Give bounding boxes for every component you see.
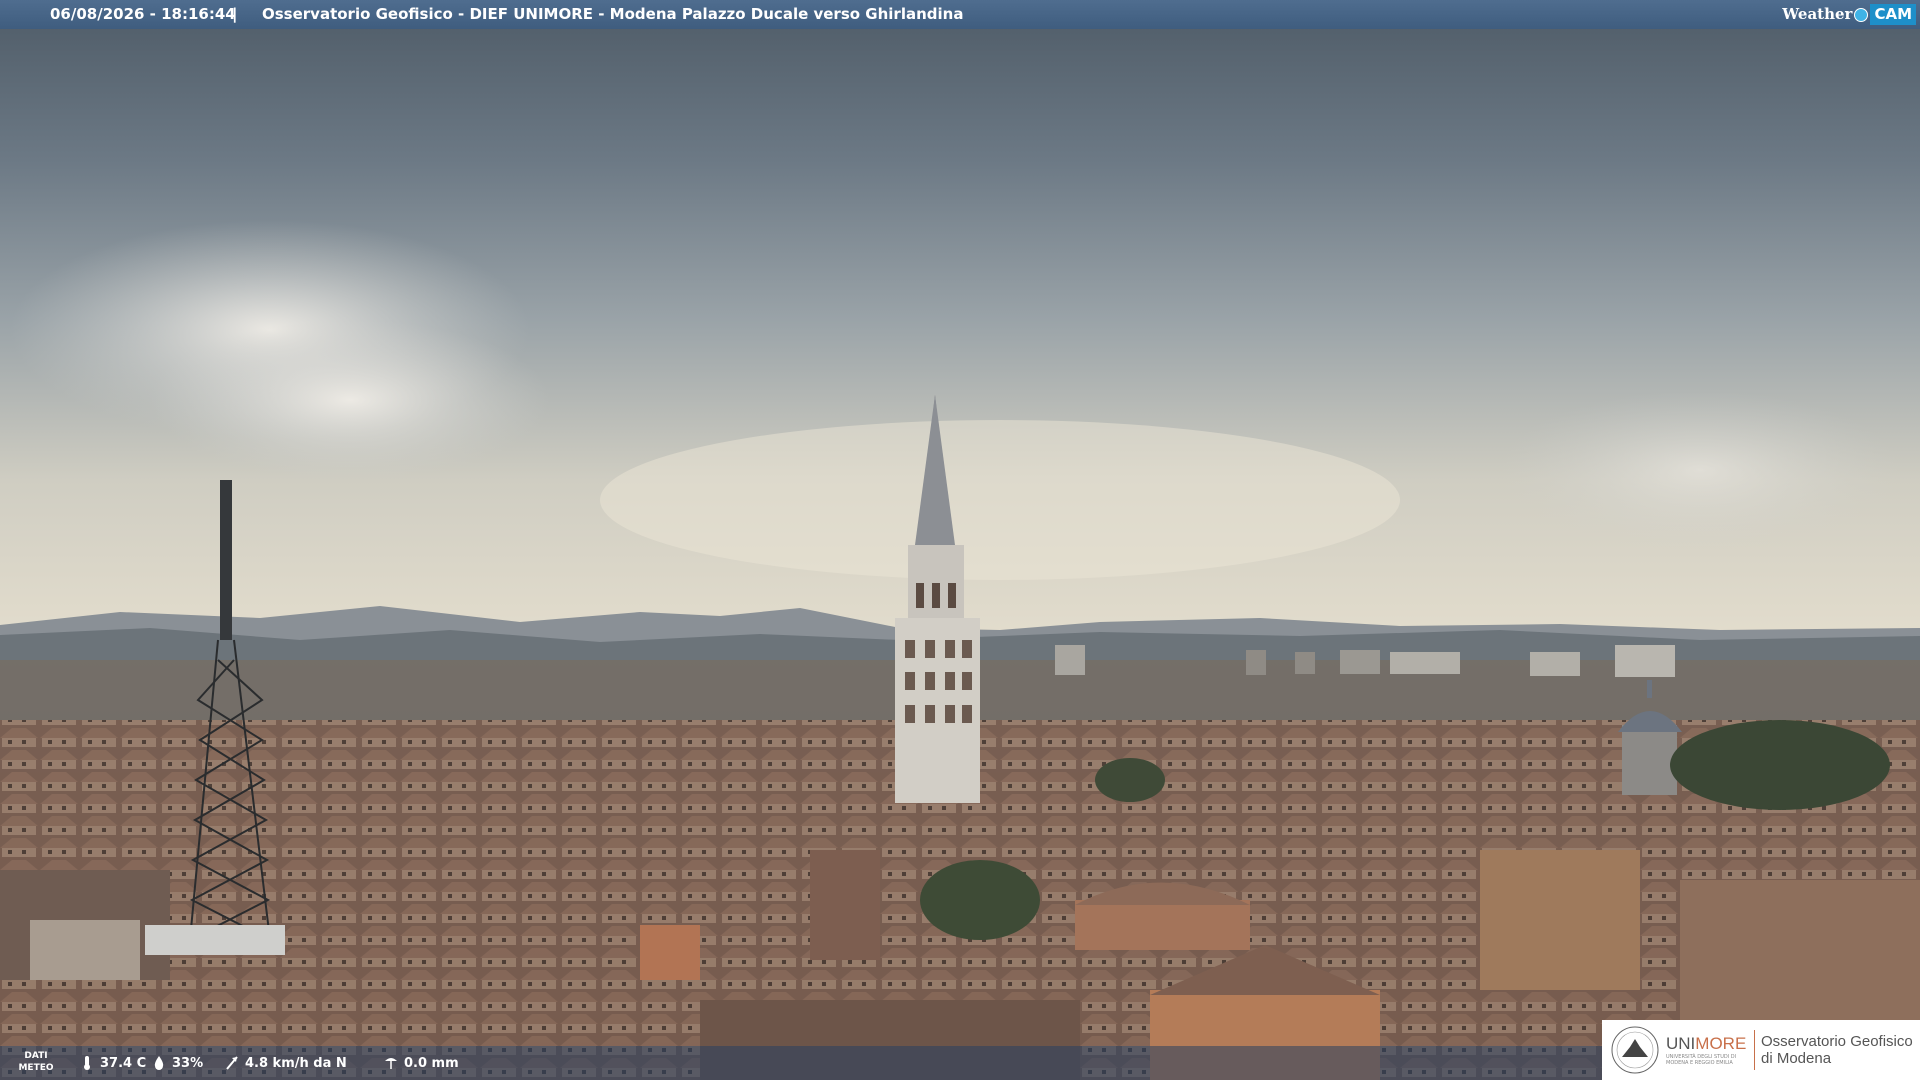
wind-reading: 4.8 km/h da N xyxy=(225,1055,347,1071)
humidity-reading: 33% xyxy=(152,1055,203,1071)
observatory-name: Osservatorio Geofisico di Modena xyxy=(1761,1033,1913,1067)
obs-line2: di Modena xyxy=(1761,1050,1832,1067)
camera-title: Osservatorio Geofisico - DIEF UNIMORE - … xyxy=(262,5,964,23)
caption-separator: | xyxy=(232,5,238,23)
unimore-wordmark: UNIMORE UNIVERSITÀ DEGLI STUDI DI MODENA… xyxy=(1666,1034,1748,1066)
uni-suffix: MORE xyxy=(1695,1034,1747,1053)
weather-label-line2: METEO xyxy=(18,1063,54,1073)
temperature-value: 37.4 C xyxy=(100,1055,147,1071)
rain-reading: 0.0 mm xyxy=(384,1055,459,1071)
caption-bar: 06/08/2026 - 18:16:44 | Osservatorio Geo… xyxy=(0,0,1920,29)
humidity-value: 33% xyxy=(172,1055,204,1071)
rain-value: 0.0 mm xyxy=(404,1055,459,1071)
timestamp: 06/08/2026 - 18:16:44 xyxy=(50,5,236,23)
university-seal-icon xyxy=(1611,1026,1659,1074)
logo-divider xyxy=(1754,1030,1755,1070)
thermometer-icon xyxy=(84,1056,90,1070)
weather-label-line1: DATI xyxy=(24,1051,48,1061)
temperature-reading: 37.4 C xyxy=(80,1055,146,1071)
uni-prefix: UNI xyxy=(1666,1034,1696,1053)
brand-weather-text: Weather xyxy=(1782,5,1853,23)
brand-cam-text: CAM xyxy=(1870,4,1916,25)
weather-data-label: DATI METEO xyxy=(18,1050,54,1074)
obs-line1: Osservatorio Geofisico xyxy=(1761,1033,1913,1050)
weathercam-logo: Weather CAM xyxy=(1782,3,1916,26)
brand-dot-icon xyxy=(1854,7,1869,22)
wind-value: 4.8 km/h da N xyxy=(245,1055,347,1071)
webcam-photo xyxy=(0,0,1920,1080)
uni-sub2: MODENA E REGGIO EMILIA xyxy=(1666,1060,1733,1066)
weather-data-bar: DATI METEO 37.4 C 33% 4.8 km/h da N 0.0 … xyxy=(0,1046,1603,1080)
rain-gauge-icon xyxy=(385,1058,397,1069)
wind-vane-icon xyxy=(226,1056,238,1070)
humidity-drop-icon xyxy=(154,1056,164,1070)
unimore-logo: UNIMORE UNIVERSITÀ DEGLI STUDI DI MODENA… xyxy=(1602,1020,1920,1080)
